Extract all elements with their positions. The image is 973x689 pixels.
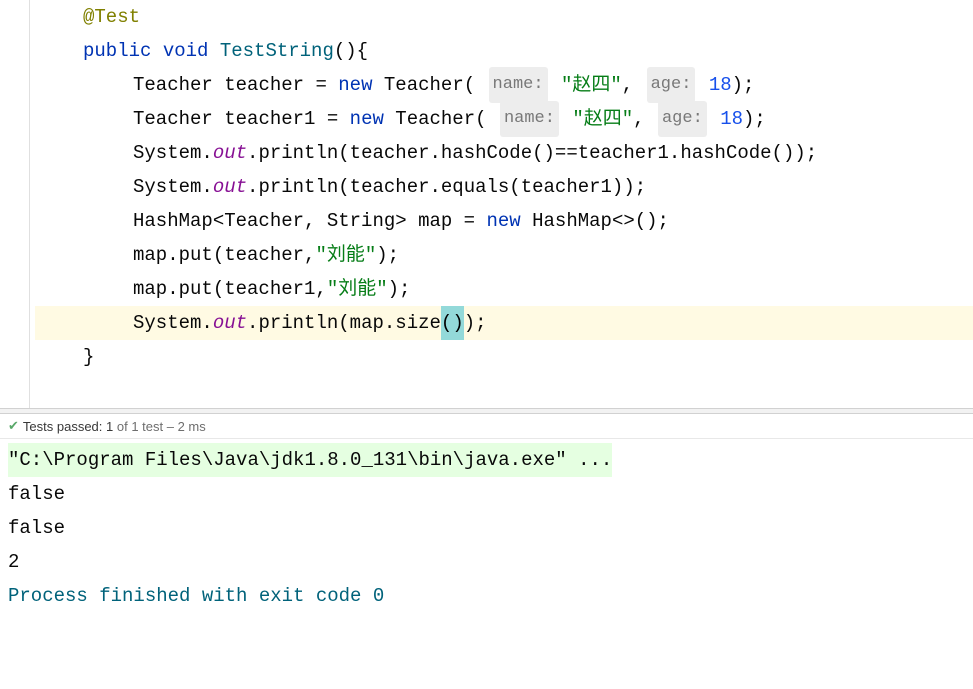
code-content[interactable]: @Test public void TestString(){ Teacher … bbox=[0, 0, 973, 408]
editor-gutter bbox=[0, 0, 30, 408]
method-println: println bbox=[258, 306, 338, 340]
code-line[interactable]: } bbox=[35, 340, 973, 374]
code-line[interactable]: map.put(teacher,"刘能"); bbox=[35, 238, 973, 272]
close-brace: } bbox=[83, 340, 94, 374]
generic: <Teacher, String> bbox=[213, 204, 418, 238]
param-hint-name: name: bbox=[500, 101, 559, 137]
code-editor[interactable]: @Test public void TestString(){ Teacher … bbox=[0, 0, 973, 408]
code-line-blank[interactable] bbox=[35, 374, 973, 408]
string-literal: "赵四" bbox=[572, 102, 633, 136]
method-println: println bbox=[258, 136, 338, 170]
number-literal: 18 bbox=[709, 68, 732, 102]
field-out: out bbox=[213, 306, 247, 340]
kw-public: public bbox=[83, 34, 151, 68]
param-hint-age: age: bbox=[658, 101, 707, 137]
var: teacher bbox=[224, 68, 304, 102]
console-exit-code: Process finished with exit code 0 bbox=[8, 579, 965, 613]
map-put: map.put(teacher1, bbox=[133, 272, 327, 306]
paren-open: ( bbox=[475, 102, 486, 136]
code-line[interactable]: map.put(teacher1,"刘能"); bbox=[35, 272, 973, 306]
kw-new: new bbox=[487, 204, 521, 238]
console-output[interactable]: "C:\Program Files\Java\jdk1.8.0_131\bin\… bbox=[0, 439, 973, 617]
ctor: Teacher bbox=[395, 102, 475, 136]
number-literal: 18 bbox=[720, 102, 743, 136]
args: (teacher.equals(teacher1)); bbox=[338, 170, 646, 204]
field-out: out bbox=[213, 136, 247, 170]
string-literal: "刘能" bbox=[327, 272, 388, 306]
args: (teacher.hashCode()==teacher1.hashCode()… bbox=[338, 136, 817, 170]
close: ); bbox=[464, 306, 487, 340]
size-call: (map.size bbox=[338, 306, 441, 340]
console-line: 2 bbox=[8, 545, 965, 579]
assign: = bbox=[304, 68, 338, 102]
var: teacher1 bbox=[224, 102, 315, 136]
field-out: out bbox=[213, 170, 247, 204]
kw-new: new bbox=[338, 68, 372, 102]
assign: = bbox=[315, 102, 349, 136]
method-println: println bbox=[258, 170, 338, 204]
sig-open: (){ bbox=[334, 34, 368, 68]
code-line[interactable]: public void TestString(){ bbox=[35, 34, 973, 68]
comma: , bbox=[633, 102, 656, 136]
type: Teacher bbox=[133, 102, 213, 136]
system: System bbox=[133, 306, 201, 340]
check-icon: ✔ bbox=[8, 418, 19, 434]
code-line[interactable]: Teacher teacher1 = new Teacher( name: "赵… bbox=[35, 102, 973, 136]
param-hint-age: age: bbox=[647, 67, 696, 103]
close: ); bbox=[376, 238, 399, 272]
annotation-test: @Test bbox=[83, 0, 140, 34]
ctor-close: ); bbox=[743, 102, 766, 136]
kw-new: new bbox=[350, 102, 384, 136]
test-status-bar: ✔ Tests passed: 1 of 1 test – 2 ms bbox=[0, 414, 973, 439]
system: System bbox=[133, 136, 201, 170]
string-literal: "刘能" bbox=[315, 238, 376, 272]
code-line[interactable]: Teacher teacher = new Teacher( name: "赵四… bbox=[35, 68, 973, 102]
matched-paren: ( bbox=[441, 306, 452, 340]
type: Teacher bbox=[133, 68, 213, 102]
method-name: TestString bbox=[220, 34, 334, 68]
console-command: "C:\Program Files\Java\jdk1.8.0_131\bin\… bbox=[8, 443, 965, 477]
param-hint-name: name: bbox=[489, 67, 548, 103]
console-line: false bbox=[8, 477, 965, 511]
console-line: false bbox=[8, 511, 965, 545]
matched-paren: ) bbox=[452, 306, 463, 340]
code-line-current[interactable]: System.out.println(map.size()); bbox=[35, 306, 973, 340]
map-put: map.put(teacher, bbox=[133, 238, 315, 272]
var-map: map bbox=[418, 204, 452, 238]
comma: , bbox=[622, 68, 645, 102]
string-literal: "赵四" bbox=[561, 68, 622, 102]
diamond: HashMap<>(); bbox=[532, 204, 669, 238]
code-line[interactable]: System.out.println(teacher.equals(teache… bbox=[35, 170, 973, 204]
kw-void: void bbox=[163, 34, 209, 68]
type-hashmap: HashMap bbox=[133, 204, 213, 238]
close: ); bbox=[388, 272, 411, 306]
ctor: Teacher bbox=[384, 68, 464, 102]
code-line[interactable]: System.out.println(teacher.hashCode()==t… bbox=[35, 136, 973, 170]
tests-passed-label: Tests passed: 1 of 1 test – 2 ms bbox=[23, 419, 206, 434]
code-line[interactable]: @Test bbox=[35, 0, 973, 34]
code-line[interactable]: HashMap<Teacher, String> map = new HashM… bbox=[35, 204, 973, 238]
system: System bbox=[133, 170, 201, 204]
paren-open: ( bbox=[464, 68, 475, 102]
ctor-close: ); bbox=[732, 68, 755, 102]
